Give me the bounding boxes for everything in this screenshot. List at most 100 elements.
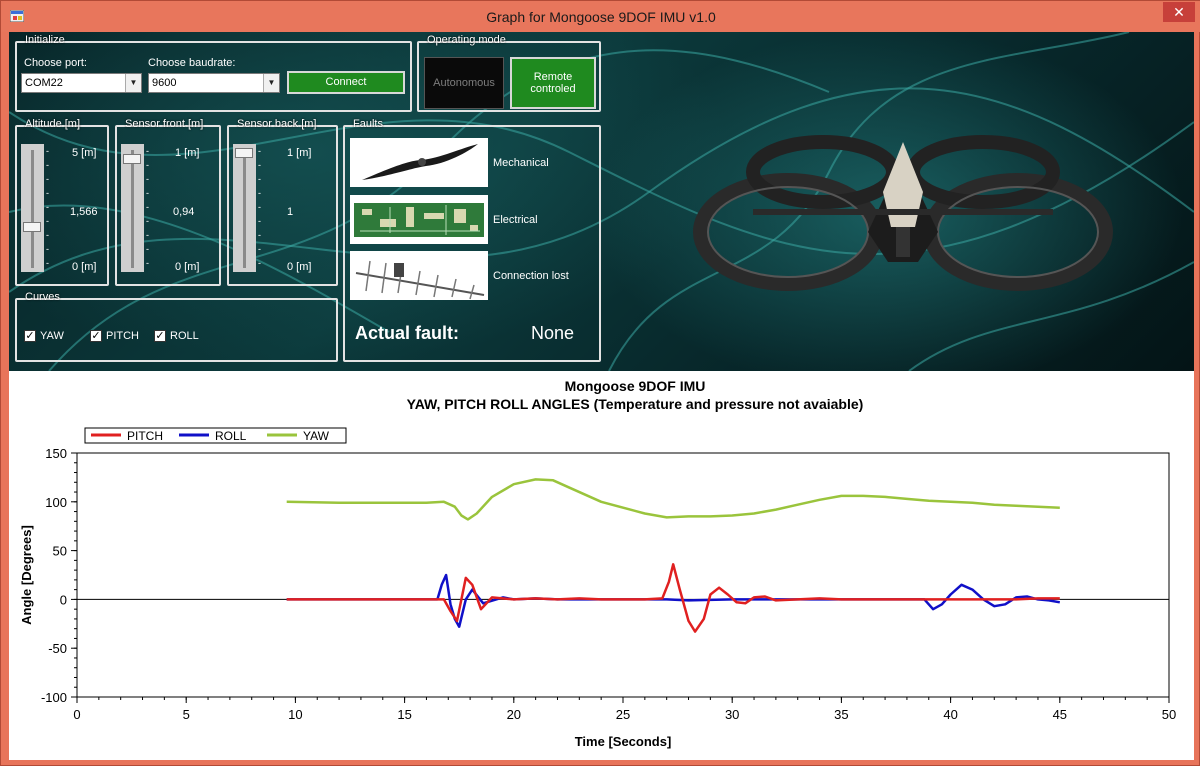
mechanical-fault-image[interactable] xyxy=(350,138,488,187)
x-tick-label: 5 xyxy=(183,707,190,722)
imu-chart: Mongoose 9DOF IMU YAW, PITCH ROLL ANGLES … xyxy=(9,371,1194,760)
altitude-slider-thumb[interactable] xyxy=(23,222,41,233)
drone-image xyxy=(693,135,1113,291)
yaw-checkbox[interactable]: ✓ xyxy=(24,330,36,342)
pitch-checkbox[interactable]: ✓ xyxy=(90,330,102,342)
close-icon: ✕ xyxy=(1173,4,1185,20)
y-tick-label: 100 xyxy=(45,495,67,510)
app-window: Graph for Mongoose 9DOF IMU v1.0 ✕ Initi… xyxy=(0,0,1200,766)
x-tick-label: 25 xyxy=(616,707,630,722)
actual-fault-value: None xyxy=(531,323,575,343)
x-tick-label: 30 xyxy=(725,707,739,722)
sensor-front-legend: Sensor front [m] xyxy=(125,118,204,130)
sensor-back-group: Sensor back [m] --------- 1 [m] 1 0 [m] xyxy=(227,118,338,286)
y-tick-label: -50 xyxy=(48,641,67,656)
initialize-legend: Initialize xyxy=(25,34,65,46)
remote-label-line2: controled xyxy=(530,83,576,95)
altitude-value: 1,566 xyxy=(70,206,98,218)
chart-svg: Mongoose 9DOF IMU YAW, PITCH ROLL ANGLES … xyxy=(19,378,1176,749)
y-tick-label: -100 xyxy=(41,690,67,705)
electrical-fault-image[interactable] xyxy=(350,195,488,244)
x-tick-label: 45 xyxy=(1053,707,1067,722)
operating-mode-legend: Operating mode xyxy=(427,34,506,46)
port-select[interactable]: COM22 ▼ xyxy=(21,73,142,93)
pitch-checkbox-label: PITCH xyxy=(106,330,139,342)
actual-fault-label: Actual fault: xyxy=(355,323,460,343)
propeller-icon xyxy=(362,144,478,180)
x-tick-label: 15 xyxy=(397,707,411,722)
chart-subtitle: YAW, PITCH ROLL ANGLES (Temperature and … xyxy=(407,396,864,412)
y-tick-label: 0 xyxy=(60,592,67,607)
legend-label-yaw: YAW xyxy=(303,429,330,443)
sensor-back-slider[interactable] xyxy=(233,144,256,272)
x-axis-label: Time [Seconds] xyxy=(575,734,672,749)
circuit-board-icon xyxy=(354,203,484,237)
x-tick-label: 40 xyxy=(943,707,957,722)
x-tick-label: 50 xyxy=(1162,707,1176,722)
autonomous-button[interactable]: Autonomous xyxy=(424,57,504,109)
control-panel: Initialize Choose port: COM22 ▼ Choose b… xyxy=(9,32,1194,371)
sensor-back-min-label: 0 [m] xyxy=(287,261,312,273)
faults-group: Faults Mechanical Electrical Connection … xyxy=(343,118,601,362)
sensor-front-max-label: 1 [m] xyxy=(175,147,200,159)
roll-checkbox-label: ROLL xyxy=(170,330,199,342)
baud-select[interactable]: 9600 ▼ xyxy=(148,73,280,93)
sensor-front-min-label: 0 [m] xyxy=(175,261,200,273)
operating-mode-group: Operating mode Autonomous Remote control… xyxy=(417,34,601,112)
plot-area xyxy=(76,452,1170,698)
port-label: Choose port: xyxy=(24,57,87,69)
y-tick-label: 150 xyxy=(45,446,67,461)
close-button[interactable]: ✕ xyxy=(1163,2,1195,22)
slider-ticks: --------- xyxy=(46,146,49,268)
legend-label-roll: ROLL xyxy=(215,429,247,443)
slider-track xyxy=(243,150,246,268)
slider-track xyxy=(31,150,34,268)
altitude-legend: Altitude [m] xyxy=(25,118,81,130)
baud-label: Choose baudrate: xyxy=(148,57,236,69)
sensor-front-group: Sensor front [m] --------- 1 [m] 0,94 0 … xyxy=(115,118,221,286)
x-tick-label: 20 xyxy=(507,707,521,722)
sensor-back-value: 1 xyxy=(287,206,294,218)
remote-controlled-button[interactable]: Remote controled xyxy=(510,57,596,109)
connection-lost-fault-image[interactable] xyxy=(350,251,488,300)
slider-ticks: --------- xyxy=(146,146,149,268)
altitude-max-label: 5 [m] xyxy=(72,147,97,159)
sensor-back-legend: Sensor back [m] xyxy=(237,118,317,130)
port-select-value: COM22 xyxy=(25,77,63,89)
sensor-front-slider[interactable] xyxy=(121,144,144,272)
sensor-back-slider-thumb[interactable] xyxy=(235,148,253,158)
series-line-pitch xyxy=(286,563,1060,633)
roll-checkbox[interactable]: ✓ xyxy=(154,330,166,342)
remote-label-line1: Remote xyxy=(533,71,573,83)
yaw-checkbox-label: YAW xyxy=(40,330,64,342)
curves-legend: Curves xyxy=(25,291,60,303)
altitude-slider[interactable] xyxy=(21,144,44,272)
x-tick-label: 35 xyxy=(834,707,848,722)
chart-title: Mongoose 9DOF IMU xyxy=(565,378,706,394)
legend-label-pitch: PITCH xyxy=(127,429,163,443)
altitude-group: Altitude [m] --------- 5 [m] 1,566 0 [m] xyxy=(15,118,109,286)
sensor-front-value: 0,94 xyxy=(173,206,195,218)
slider-ticks: --------- xyxy=(258,146,261,268)
series-line-roll xyxy=(286,573,1061,628)
fault-connection-lost-label: Connection lost xyxy=(493,270,569,282)
x-tick-label: 0 xyxy=(73,707,80,722)
x-tick-label: 10 xyxy=(288,707,302,722)
fault-electrical-label: Electrical xyxy=(493,214,538,226)
sensor-back-max-label: 1 [m] xyxy=(287,147,312,159)
chevron-down-icon[interactable]: ▼ xyxy=(125,74,141,92)
sensor-front-slider-thumb[interactable] xyxy=(123,154,141,165)
antenna-icon xyxy=(355,260,485,300)
connect-button[interactable]: Connect xyxy=(287,71,405,94)
title-bar[interactable]: Graph for Mongoose 9DOF IMU v1.0 ✕ xyxy=(1,1,1200,32)
y-tick-label: 50 xyxy=(53,544,67,559)
y-axis-label: Angle [Degrees] xyxy=(19,525,34,625)
altitude-min-label: 0 [m] xyxy=(72,261,97,273)
window-title: Graph for Mongoose 9DOF IMU v1.0 xyxy=(486,9,716,25)
baud-select-value: 9600 xyxy=(152,77,177,89)
chevron-down-icon[interactable]: ▼ xyxy=(263,74,279,92)
initialize-group: Initialize Choose port: COM22 ▼ Choose b… xyxy=(15,34,412,112)
curves-group: Curves ✓ YAW ✓ PITCH ✓ ROLL xyxy=(15,291,338,362)
series-line-yaw xyxy=(286,478,1060,521)
fault-mechanical-label: Mechanical xyxy=(493,157,549,169)
